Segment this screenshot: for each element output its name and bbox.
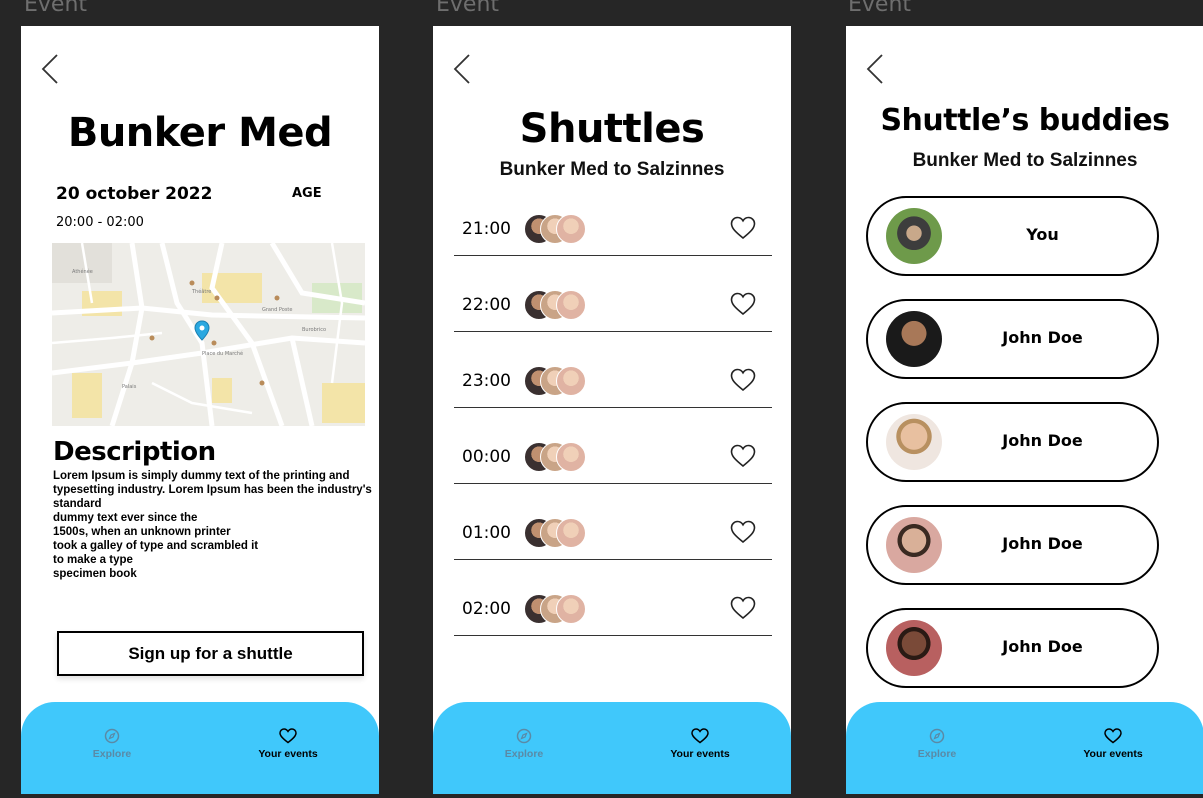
- buddy-name: John Doe: [1002, 431, 1083, 450]
- shuttle-time: 00:00: [462, 447, 511, 467]
- shuttle-time: 23:00: [462, 371, 511, 391]
- avatar: [886, 414, 942, 470]
- buddy-avatars: [524, 594, 594, 624]
- shuttle-row[interactable]: 22:00: [454, 278, 772, 332]
- event-time: 20:00 - 02:00: [56, 215, 144, 230]
- nav-explore[interactable]: Explore: [892, 728, 982, 760]
- buddy-name: You: [1026, 225, 1059, 244]
- nav-explore[interactable]: Explore: [67, 728, 157, 760]
- avatar: [556, 594, 586, 624]
- buddy-avatars: [524, 214, 594, 244]
- favorite-heart-icon[interactable]: [730, 368, 756, 392]
- shuttle-row[interactable]: 21:00: [454, 202, 772, 256]
- favorite-heart-icon[interactable]: [730, 292, 756, 316]
- frame-label: Event: [848, 0, 912, 17]
- avatar: [886, 517, 942, 573]
- favorite-heart-icon[interactable]: [730, 444, 756, 468]
- shuttle-time: 02:00: [462, 599, 511, 619]
- back-arrow-icon[interactable]: [39, 52, 63, 86]
- nav-explore-label: Explore: [92, 748, 132, 760]
- event-date: 20 october 2022: [56, 184, 213, 204]
- heart-icon: [1104, 728, 1122, 744]
- shuttle-row[interactable]: 23:00: [454, 354, 772, 408]
- route-subtitle: Bunker Med to Salzinnes: [912, 150, 1138, 171]
- description-text: Lorem Ipsum is simply dummy text of the …: [53, 470, 372, 580]
- event-title: Bunker Med: [67, 110, 333, 156]
- avatar: [556, 518, 586, 548]
- svg-text:Burobrico: Burobrico: [302, 327, 326, 333]
- avatar: [886, 208, 942, 264]
- shuttle-row[interactable]: 02:00: [454, 582, 772, 636]
- event-age: AGE: [292, 186, 322, 201]
- bottom-nav: Explore Your events: [21, 702, 379, 794]
- compass-icon: [104, 728, 120, 744]
- shuttle-time: 21:00: [462, 219, 511, 239]
- shuttles-screen: Shuttles Bunker Med to Salzinnes 21:00 22…: [433, 26, 791, 794]
- buddy-name: John Doe: [1002, 328, 1083, 347]
- heart-icon: [279, 728, 297, 744]
- buddy-avatars: [524, 442, 594, 472]
- bottom-nav: Explore Your events: [433, 702, 791, 794]
- nav-your-events[interactable]: Your events: [655, 728, 745, 760]
- shuttle-time: 01:00: [462, 523, 511, 543]
- signup-shuttle-label: Sign up for a shuttle: [128, 643, 293, 663]
- buddy-name: John Doe: [1002, 637, 1083, 656]
- favorite-heart-icon[interactable]: [730, 520, 756, 544]
- favorite-heart-icon[interactable]: [730, 596, 756, 620]
- compass-icon: [516, 728, 532, 744]
- nav-your-events[interactable]: Your events: [1068, 728, 1158, 760]
- svg-text:Théâtre: Théâtre: [191, 288, 211, 295]
- avatar: [886, 620, 942, 676]
- avatar: [886, 311, 942, 367]
- buddies-title: Shuttle’s buddies: [880, 103, 1170, 138]
- buddy-row[interactable]: John Doe: [866, 505, 1159, 585]
- shuttle-time: 22:00: [462, 295, 511, 315]
- nav-explore[interactable]: Explore: [479, 728, 569, 760]
- back-arrow-icon[interactable]: [864, 52, 888, 86]
- avatar: [556, 366, 586, 396]
- back-arrow-icon[interactable]: [451, 52, 475, 86]
- avatar: [556, 214, 586, 244]
- svg-text:Place du Marché: Place du Marché: [202, 350, 243, 357]
- frame-label: Event: [436, 0, 500, 17]
- buddy-row[interactable]: John Doe: [866, 299, 1159, 379]
- nav-your-events-label: Your events: [258, 748, 318, 760]
- event-map[interactable]: Athénée Théâtre Grand Poste Place du Mar…: [52, 243, 365, 426]
- nav-your-events[interactable]: Your events: [243, 728, 333, 760]
- buddy-avatars: [524, 518, 594, 548]
- favorite-heart-icon[interactable]: [730, 216, 756, 240]
- heart-icon: [691, 728, 709, 744]
- shuttles-title: Shuttles: [519, 106, 705, 152]
- map-image: Athénée Théâtre Grand Poste Place du Mar…: [52, 243, 365, 426]
- buddy-avatars: [524, 290, 594, 320]
- description-heading: Description: [53, 437, 216, 467]
- compass-icon: [929, 728, 945, 744]
- buddy-avatars: [524, 366, 594, 396]
- avatar: [556, 442, 586, 472]
- nav-explore-label: Explore: [504, 748, 544, 760]
- svg-text:Grand Poste: Grand Poste: [262, 307, 292, 313]
- buddy-you[interactable]: You: [866, 196, 1159, 276]
- buddy-row[interactable]: John Doe: [866, 608, 1159, 688]
- avatar: [556, 290, 586, 320]
- svg-text:Palais: Palais: [122, 384, 137, 390]
- buddy-row[interactable]: John Doe: [866, 402, 1159, 482]
- event-detail-screen: Bunker Med 20 october 2022 AGE 20:00 - 0…: [21, 26, 379, 794]
- shuttle-buddies-screen: Shuttle’s buddies Bunker Med to Salzinne…: [846, 26, 1203, 794]
- shuttle-row[interactable]: 00:00: [454, 430, 772, 484]
- nav-explore-label: Explore: [917, 748, 957, 760]
- route-subtitle: Bunker Med to Salzinnes: [499, 159, 725, 180]
- buddy-name: John Doe: [1002, 534, 1083, 553]
- svg-text:Athénée: Athénée: [72, 268, 93, 275]
- nav-your-events-label: Your events: [1083, 748, 1143, 760]
- shuttle-row[interactable]: 01:00: [454, 506, 772, 560]
- signup-shuttle-button[interactable]: Sign up for a shuttle: [57, 631, 364, 676]
- nav-your-events-label: Your events: [670, 748, 730, 760]
- bottom-nav: Explore Your events: [846, 702, 1203, 794]
- frame-label: Event: [24, 0, 88, 17]
